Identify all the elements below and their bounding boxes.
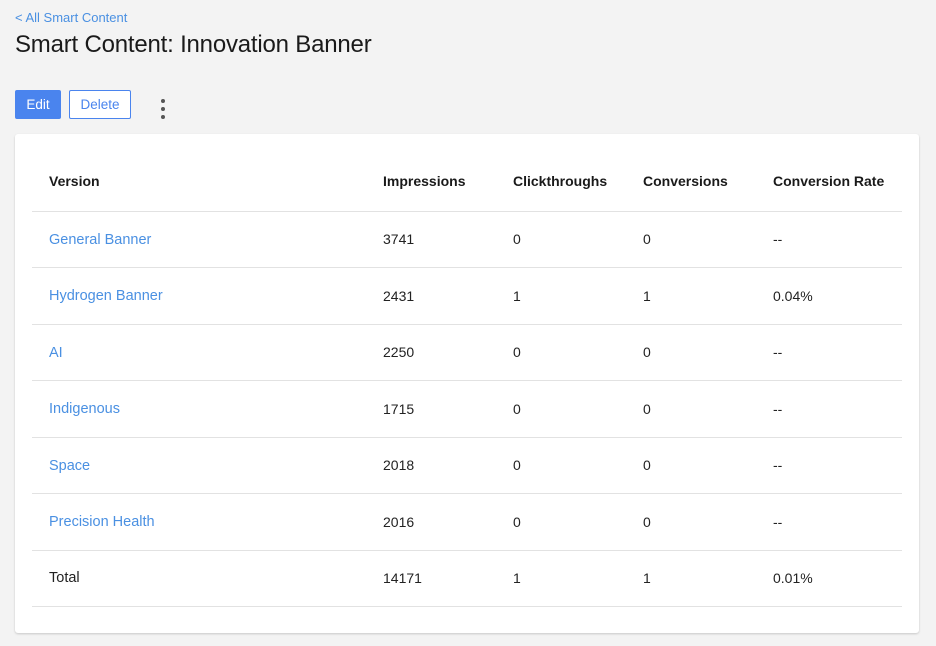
version-link[interactable]: Indigenous — [49, 401, 120, 417]
page-title: Smart Content: Innovation Banner — [15, 31, 372, 58]
table-row: Space 2018 0 0 -- — [32, 437, 902, 494]
conversion-rate-cell: -- — [773, 344, 783, 361]
clickthroughs-cell: 0 — [513, 231, 521, 248]
conversions-cell: 1 — [643, 570, 651, 587]
table-row: General Banner 3741 0 0 -- — [32, 211, 902, 268]
header-version: Version — [49, 173, 100, 190]
header-impressions: Impressions — [383, 173, 466, 190]
version-link[interactable]: General Banner — [49, 232, 151, 248]
version-link[interactable]: AI — [49, 345, 63, 361]
conversions-cell: 0 — [643, 344, 651, 361]
versions-table: Version Impressions Clickthroughs Conver… — [32, 134, 902, 607]
table-row: Precision Health 2016 0 0 -- — [32, 494, 902, 550]
conversion-rate-cell: -- — [773, 231, 783, 248]
table-header-row: Version Impressions Clickthroughs Conver… — [32, 134, 902, 211]
conversions-cell: 0 — [643, 457, 651, 474]
more-vertical-icon[interactable] — [160, 98, 166, 119]
clickthroughs-cell: 0 — [513, 457, 521, 474]
delete-button[interactable]: Delete — [69, 90, 131, 119]
table-total-row: Total 14171 1 1 0.01% — [32, 550, 902, 607]
clickthroughs-cell: 1 — [513, 287, 521, 304]
conversions-cell: 0 — [643, 513, 651, 530]
table-row: Hydrogen Banner 2431 1 1 0.04% — [32, 268, 902, 324]
impressions-cell: 2250 — [383, 344, 415, 361]
conversion-rate-cell: -- — [773, 400, 783, 417]
conversion-rate-cell: -- — [773, 457, 783, 474]
impressions-cell: 2016 — [383, 513, 415, 530]
conversions-cell: 0 — [643, 231, 651, 248]
impressions-cell: 1715 — [383, 400, 415, 417]
header-clickthroughs: Clickthroughs — [513, 173, 608, 190]
stats-card: Version Impressions Clickthroughs Conver… — [15, 134, 919, 633]
conversions-cell: 0 — [643, 400, 651, 417]
impressions-cell: 2431 — [383, 287, 415, 304]
back-to-all-smart-content-link[interactable]: < All Smart Content — [15, 10, 127, 25]
version-link[interactable]: Precision Health — [49, 514, 155, 530]
impressions-cell: 2018 — [383, 457, 415, 474]
clickthroughs-cell: 1 — [513, 570, 521, 587]
total-label: Total — [49, 570, 80, 587]
impressions-cell: 14171 — [383, 570, 422, 587]
table-row: AI 2250 0 0 -- — [32, 324, 902, 381]
version-link[interactable]: Space — [49, 458, 90, 474]
edit-button[interactable]: Edit — [15, 90, 61, 119]
version-link[interactable]: Hydrogen Banner — [49, 288, 163, 304]
toolbar: Edit Delete — [15, 90, 166, 119]
header-conversion-rate: Conversion Rate — [773, 173, 885, 190]
impressions-cell: 3741 — [383, 231, 415, 248]
clickthroughs-cell: 0 — [513, 400, 521, 417]
header-conversions: Conversions — [643, 173, 728, 190]
table-row: Indigenous 1715 0 0 -- — [32, 381, 902, 437]
clickthroughs-cell: 0 — [513, 513, 521, 530]
conversion-rate-cell: 0.01% — [773, 570, 813, 587]
clickthroughs-cell: 0 — [513, 344, 521, 361]
page: < All Smart Content Smart Content: Innov… — [0, 0, 936, 646]
conversion-rate-cell: -- — [773, 513, 783, 530]
conversion-rate-cell: 0.04% — [773, 287, 813, 304]
conversions-cell: 1 — [643, 287, 651, 304]
